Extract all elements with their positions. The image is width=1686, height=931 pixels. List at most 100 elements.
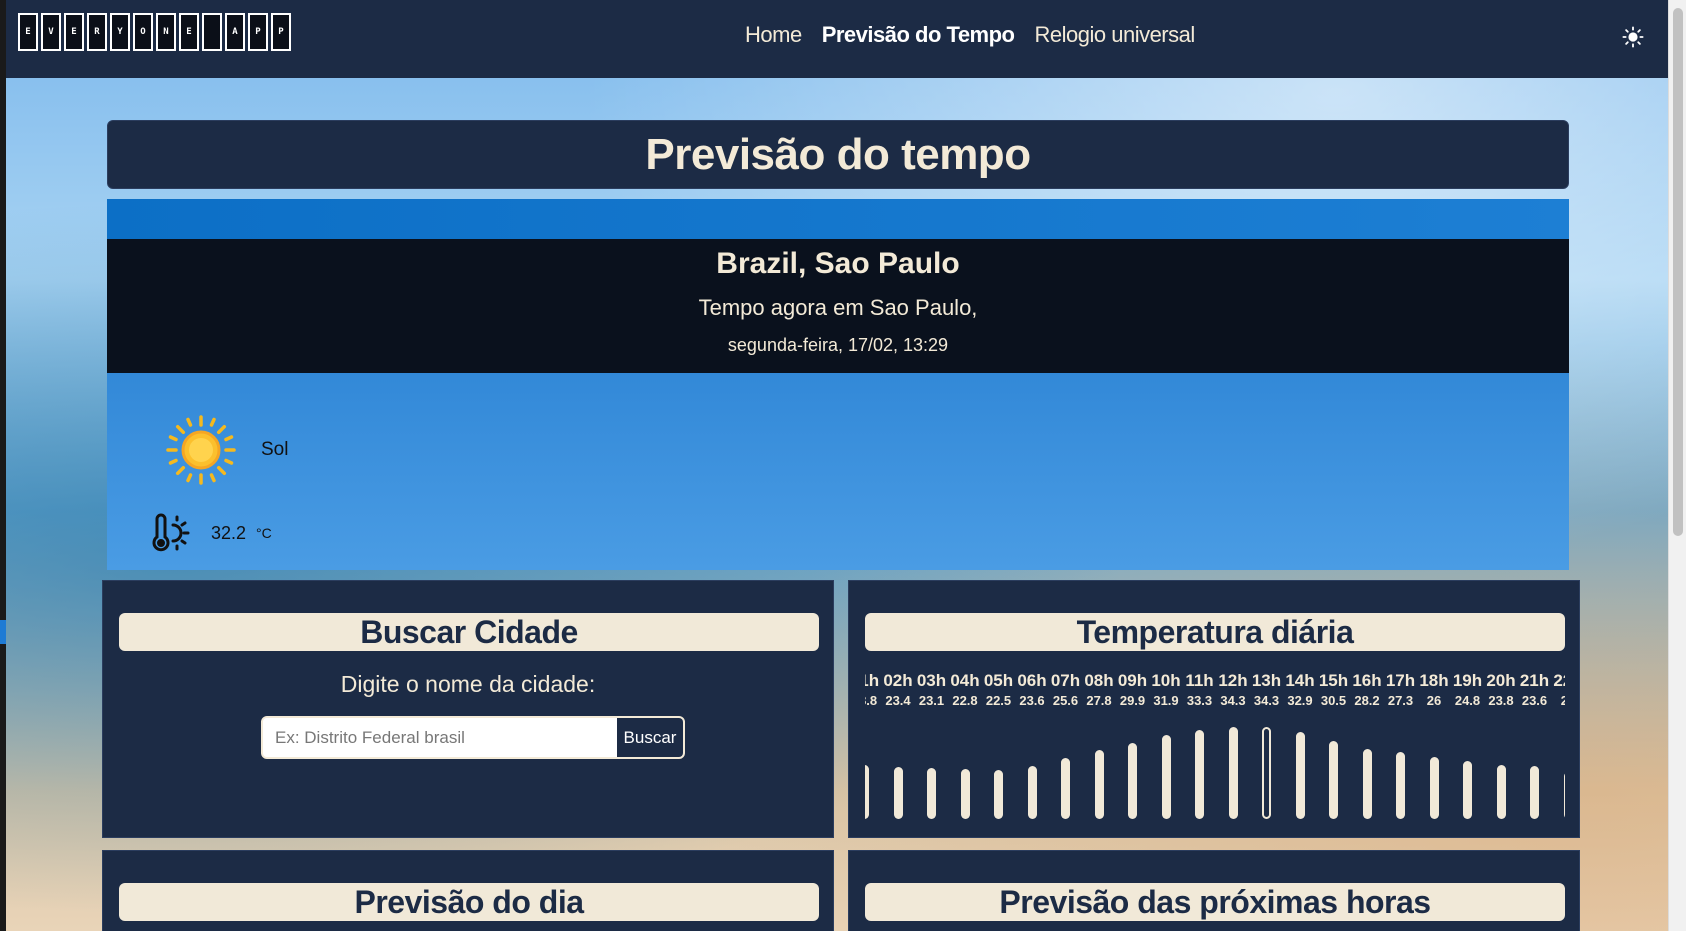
nav-previsao-do-tempo[interactable]: Previsão do Tempo [822, 22, 1015, 48]
hour-label: 05h [983, 671, 1014, 690]
hour-temp-bar [1496, 765, 1506, 819]
hour-label: 16h [1352, 671, 1382, 690]
nav-relogio-universal[interactable]: Relogio universal [1035, 22, 1196, 48]
everyone-app-logo[interactable]: EVERYONEAPP [18, 13, 294, 51]
day-forecast-panel: Previsão do dia [102, 850, 834, 931]
hour-column: 18h 26 [1418, 671, 1451, 819]
hour-temp-bar [1094, 750, 1104, 819]
logo-letter: N [156, 13, 176, 51]
temperature-value: 32.2 [211, 522, 247, 543]
hour-temp-label: 27.3 [1387, 693, 1414, 708]
hour-label: 07h [1050, 671, 1081, 690]
hour-temp-label: 30.5 [1320, 693, 1347, 708]
hour-label: 02h [883, 671, 913, 690]
search-button[interactable]: Buscar [617, 718, 683, 757]
hour-temp-bar [1362, 748, 1372, 819]
hour-temp-bar [1329, 740, 1338, 819]
thermometer-sun-icon [152, 513, 190, 552]
current-weather-header: Brazil, Sao Paulo Tempo agora em Sao Pau… [107, 239, 1569, 373]
hour-temp-bar [1027, 765, 1037, 819]
hour-temp-label: 22 [1552, 693, 1565, 713]
hour-label: 13h [1251, 671, 1282, 690]
city-search-input[interactable] [263, 718, 617, 757]
hour-column: 09h 29.9 [1116, 671, 1149, 819]
search-city-prompt: Digite o nome da cidade: [340, 671, 596, 697]
hour-temp-label: 24.8 [1454, 693, 1481, 708]
hour-label: 21h [1519, 671, 1550, 690]
hourly-temperature-strip[interactable]: 01h 23.8 02h 23.4 03h 23.1 04h 22.8 05h 22.5 06h 23… [865, 671, 1565, 831]
hour-label: 12h [1218, 671, 1248, 690]
hour-label: 04h [950, 671, 980, 690]
search-city-title: Buscar Cidade [119, 613, 819, 651]
hour-label: 14h [1285, 671, 1315, 690]
logo-letter: R [87, 13, 107, 51]
hour-column: 21h 23.6 [1518, 671, 1551, 819]
scrollbar-thumb[interactable] [1673, 8, 1683, 536]
page-title: Previsão do tempo [645, 129, 1031, 179]
hour-column: 22h22 [1552, 671, 1565, 819]
day-forecast-title: Previsão do dia [119, 883, 819, 921]
sun-icon [166, 415, 236, 485]
hour-label: 06h [1017, 671, 1047, 690]
theme-toggle-sun-icon[interactable] [1620, 26, 1646, 52]
page-title-box: Previsão do tempo [107, 120, 1569, 189]
hour-temp-bar [1396, 752, 1405, 819]
hour-column: 11h 33.3 [1183, 671, 1216, 819]
hour-column: 17h 27.3 [1384, 671, 1417, 819]
daily-temperature-title: Temperatura diária [865, 613, 1565, 651]
hour-label: 08h [1084, 671, 1114, 690]
hour-temp-label: 23.1 [918, 693, 945, 708]
next-hours-title: Previsão das próximas horas [865, 883, 1565, 921]
hour-column: 20h 23.8 [1485, 671, 1518, 819]
hour-temp-label: 23.8 [1488, 693, 1514, 708]
hour-label: 11h [1185, 671, 1214, 690]
hour-column: 03h 23.1 [915, 671, 948, 819]
nav-links: Home Previsão do Tempo Relogio universal [745, 22, 1195, 48]
logo-letter: P [271, 13, 291, 51]
hour-label: 01h [865, 671, 880, 690]
hour-column: 12h 34.3 [1217, 671, 1250, 819]
next-hours-panel: Previsão das próximas horas [848, 850, 1580, 931]
hour-column: 06h 23.6 [1016, 671, 1049, 819]
hour-temp-label: 34.3 [1253, 693, 1280, 708]
navbar: EVERYONEAPP Home Previsão do Tempo Relog… [6, 0, 1668, 78]
temperature-row: 32.2 °C [147, 511, 272, 555]
hour-column: 07h 25.6 [1049, 671, 1082, 819]
hour-temp-label: 27.8 [1086, 693, 1112, 708]
logo-letter: E [64, 13, 84, 51]
logo-letter: P [248, 13, 268, 51]
hour-label: 09h [1117, 671, 1148, 690]
hour-temp-label: 25.6 [1052, 693, 1079, 708]
hour-temp-label: 22.8 [952, 693, 978, 708]
hour-column: 10h 31.9 [1150, 671, 1183, 819]
hour-column: 15h 30.5 [1317, 671, 1350, 819]
hour-column: 02h 23.4 [882, 671, 915, 819]
hour-temp-label: 31.9 [1153, 693, 1179, 708]
hour-temp-bar [865, 765, 869, 819]
hour-temp-bar [1295, 731, 1305, 819]
nav-home[interactable]: Home [745, 22, 802, 48]
hour-temp-label: 23.6 [1019, 693, 1045, 708]
hour-temp-bar [1128, 742, 1137, 819]
logo-letter: Y [110, 13, 130, 51]
page-viewport: EVERYONEAPP Home Previsão do Tempo Relog… [6, 0, 1668, 931]
hour-column: 05h 22.5 [982, 671, 1015, 819]
hour-column: 01h 23.8 [865, 671, 881, 819]
date-time: segunda-feira, 17/02, 13:29 [727, 335, 949, 355]
hour-temp-bar [1262, 726, 1271, 819]
hour-temp-label: 29.9 [1119, 693, 1146, 708]
hour-label: 20h [1486, 671, 1516, 690]
hour-temp-label: 22.5 [985, 693, 1012, 708]
hour-temp-label: 34.3 [1220, 693, 1246, 708]
hour-column: 13h 34.3 [1250, 671, 1283, 819]
hour-column: 04h 22.8 [949, 671, 982, 819]
hour-label: 03h [916, 671, 947, 690]
hour-temp-bar [927, 767, 936, 819]
hour-temp-bar [1429, 757, 1439, 819]
hour-column: 16h 28.2 [1351, 671, 1384, 819]
page-scrollbar[interactable] [1668, 0, 1686, 931]
hour-temp-label: 23.4 [885, 693, 911, 708]
hour-label: 22h [1553, 671, 1565, 690]
condition-label: Sol [261, 439, 289, 460]
hour-label: 15h [1318, 671, 1349, 690]
